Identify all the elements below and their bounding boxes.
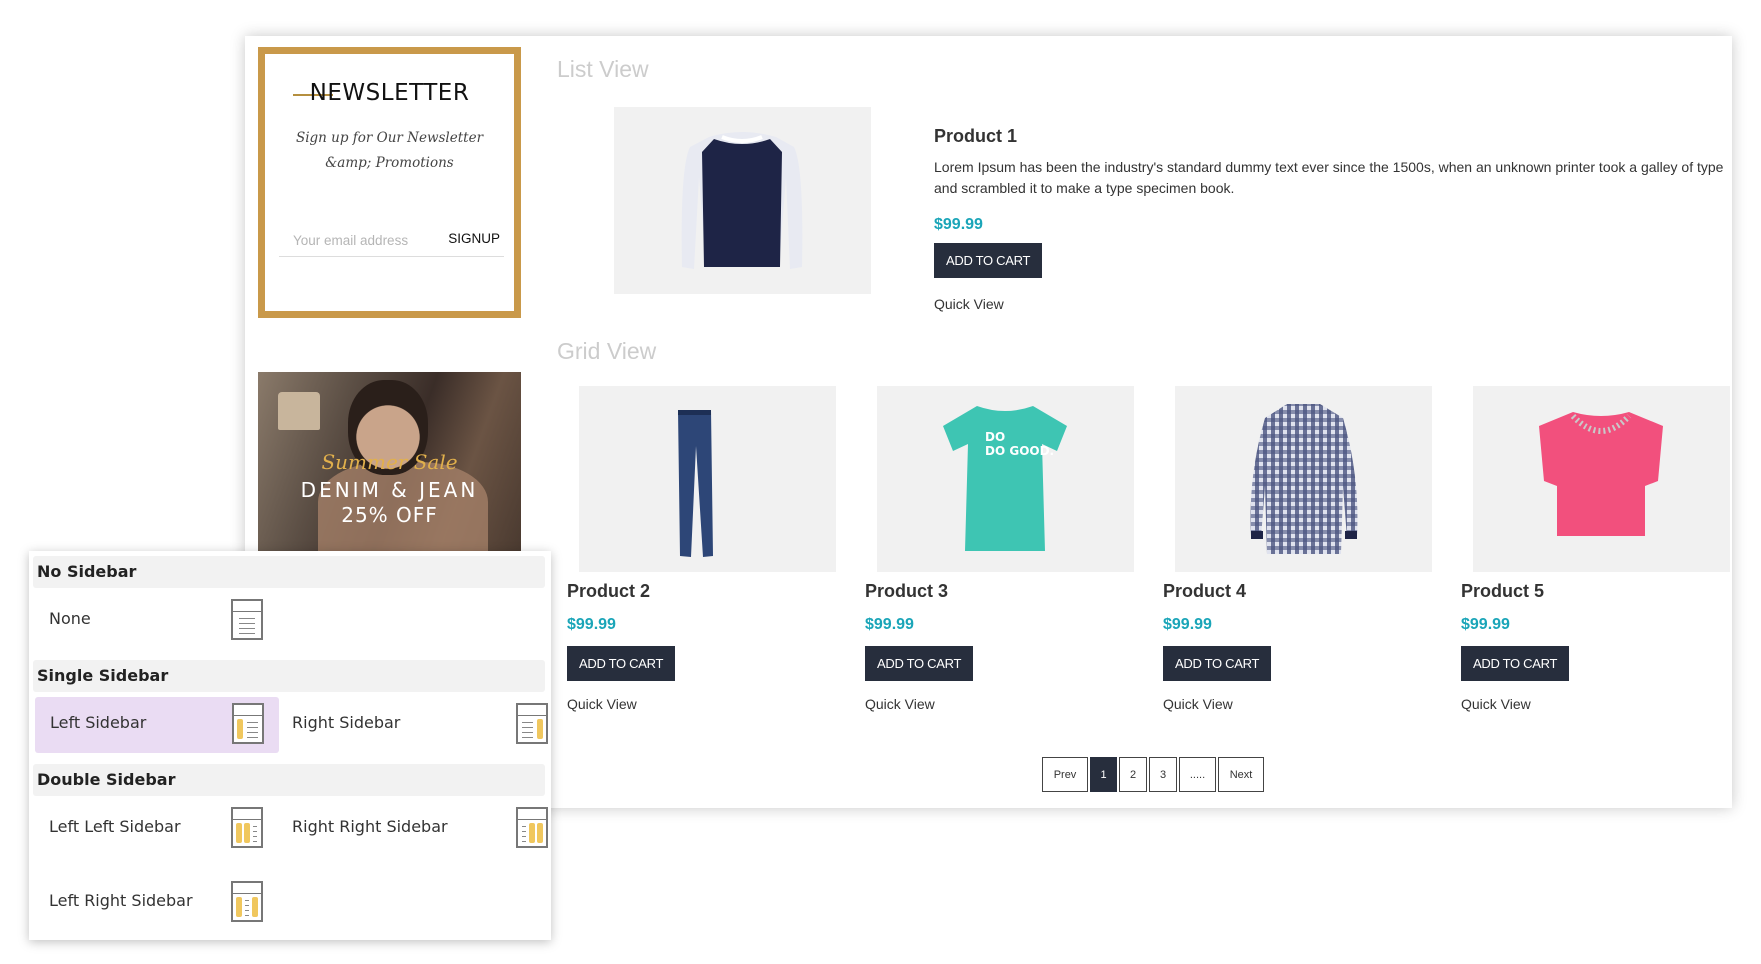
option-label: None [49, 609, 91, 628]
option-label: Right Right Sidebar [292, 817, 448, 836]
product-3-price: $99.99 [865, 616, 914, 633]
raglan-shirt-icon [681, 132, 803, 269]
pink-top-icon [1539, 412, 1663, 536]
product-5-image[interactable] [1473, 386, 1730, 572]
product-2-quick-view-link[interactable]: Quick View [567, 696, 637, 712]
product-1-description: Lorem Ipsum has been the industry's stan… [934, 159, 1724, 196]
option-label: Left Sidebar [50, 713, 147, 732]
product-1-add-to-cart-button[interactable]: ADD TO CART [934, 243, 1043, 278]
product-3-quick-view-link[interactable]: Quick View [865, 696, 935, 712]
newsletter-title: NEWSLETTER [309, 80, 470, 106]
product-3-image[interactable]: DO DO GOOD. [877, 386, 1134, 572]
plaid-shirt-icon [1250, 404, 1358, 554]
product-5-price: $99.99 [1461, 616, 1510, 633]
pagination-page-1[interactable]: 1 [1090, 757, 1117, 792]
layout-none-icon [231, 599, 263, 640]
group-heading-double-sidebar: Double Sidebar [33, 764, 545, 796]
group-heading-no-sidebar: No Sidebar [33, 556, 545, 588]
product-1-price: $99.99 [934, 216, 983, 233]
layout-option-right-right-sidebar[interactable]: Right Right Sidebar [292, 801, 548, 857]
pagination-page-3[interactable]: 3 [1149, 757, 1177, 792]
newsletter-widget: NEWSLETTER Sign up for Our Newsletter &a… [258, 47, 521, 318]
group-heading-single-sidebar: Single Sidebar [33, 660, 545, 692]
product-3-title[interactable]: Product 3 [865, 581, 948, 602]
option-label: Right Sidebar [292, 713, 401, 732]
option-label: Left Right Sidebar [49, 891, 193, 910]
product-4-quick-view-link[interactable]: Quick View [1163, 696, 1233, 712]
pagination-prev[interactable]: Prev [1042, 757, 1088, 792]
teal-tshirt-icon: DO DO GOOD. [943, 406, 1067, 551]
layout-option-left-left-sidebar[interactable]: Left Left Sidebar [34, 801, 278, 857]
list-view-heading: List View [557, 56, 649, 82]
product-1-title[interactable]: Product 1 [934, 126, 1017, 147]
product-2-image[interactable] [579, 386, 836, 572]
signup-button[interactable]: SIGNUP [448, 231, 500, 246]
product-5-add-to-cart-button[interactable]: ADD TO CART [1461, 646, 1570, 681]
layout-option-none[interactable]: None [34, 593, 278, 649]
product-2-add-to-cart-button[interactable]: ADD TO CART [567, 646, 676, 681]
product-2-price: $99.99 [567, 616, 616, 633]
layout-option-left-right-sidebar[interactable]: Left Right Sidebar [34, 875, 278, 931]
newsletter-subtitle: Sign up for Our Newsletter &amp; Promoti… [295, 130, 484, 171]
banner-headline: DENIM & JEAN [300, 478, 479, 502]
product-3-add-to-cart-button[interactable]: ADD TO CART [865, 646, 974, 681]
product-4-title[interactable]: Product 4 [1163, 581, 1246, 602]
layout-right-right-sidebar-icon [516, 807, 548, 848]
product-4-price: $99.99 [1163, 616, 1212, 633]
pagination-ellipsis[interactable]: ..... [1179, 757, 1216, 792]
product-1-quick-view-link[interactable]: Quick View [934, 296, 1004, 312]
pagination: Prev 1 2 3 ..... Next [1042, 757, 1264, 792]
grid-view-heading: Grid View [557, 338, 657, 364]
product-5-quick-view-link[interactable]: Quick View [1461, 696, 1531, 712]
layout-right-sidebar-icon [516, 703, 548, 744]
newsletter-form: SIGNUP [279, 228, 504, 257]
option-label: Left Left Sidebar [49, 817, 181, 836]
product-5-title[interactable]: Product 5 [1461, 581, 1544, 602]
banner-lamp-graphic [278, 392, 320, 430]
product-4-add-to-cart-button[interactable]: ADD TO CART [1163, 646, 1272, 681]
pagination-page-2[interactable]: 2 [1119, 757, 1147, 792]
layout-left-right-sidebar-icon [231, 881, 263, 922]
product-2-title[interactable]: Product 2 [567, 581, 650, 602]
banner-script-text: Summer Sale [321, 450, 458, 474]
sidebar-layout-chooser: No Sidebar None Single Sidebar Left Side… [29, 551, 551, 940]
promo-banner[interactable]: Summer Sale DENIM & JEAN 25% OFF [258, 372, 521, 552]
product-1-image[interactable] [614, 107, 871, 294]
banner-discount: 25% OFF [341, 503, 438, 527]
layout-left-sidebar-icon [232, 703, 264, 744]
email-input[interactable] [279, 228, 443, 252]
layout-left-left-sidebar-icon [231, 807, 263, 848]
jeans-icon [678, 410, 713, 557]
layout-option-left-sidebar[interactable]: Left Sidebar [35, 697, 279, 753]
svg-text:DO: DO [985, 430, 1005, 444]
product-4-image[interactable] [1175, 386, 1432, 572]
svg-text:DO GOOD.: DO GOOD. [985, 444, 1054, 458]
pagination-next[interactable]: Next [1218, 757, 1264, 792]
layout-option-right-sidebar[interactable]: Right Sidebar [292, 697, 548, 753]
